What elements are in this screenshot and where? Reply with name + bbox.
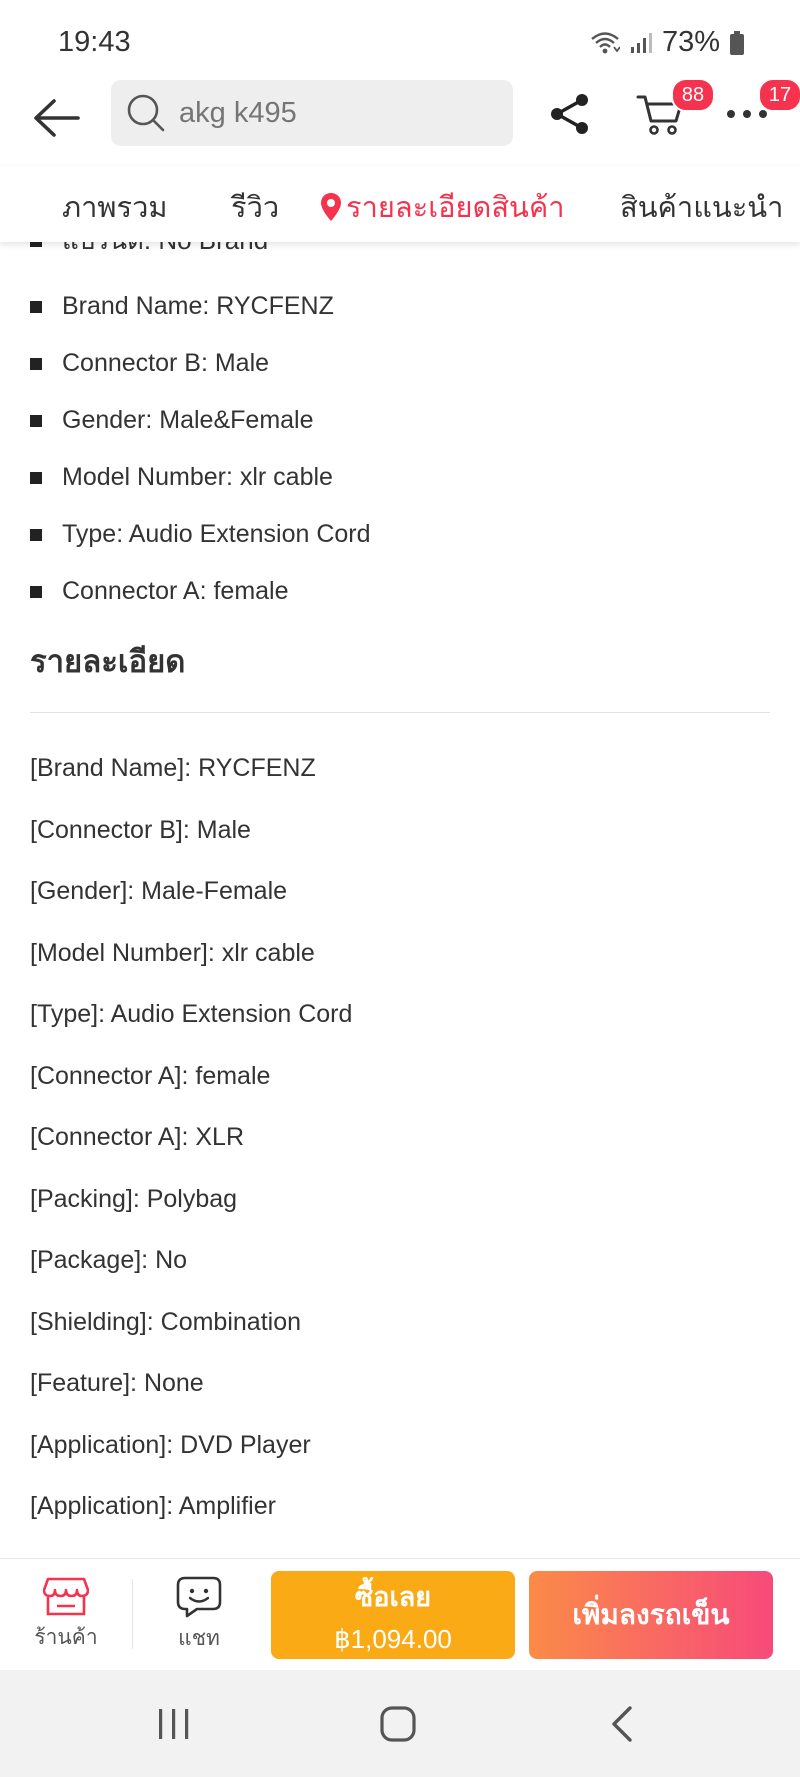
recent-apps-icon xyxy=(159,1709,189,1739)
battery-percent: 73% xyxy=(661,26,720,58)
details-section-title: รายละเอียด xyxy=(30,644,186,679)
add-to-cart-button[interactable]: เพิ่มลงรถเข็น xyxy=(529,1571,773,1659)
spec-row: [Feature]: None xyxy=(30,1369,204,1398)
spec-row: [Model Number]: xlr cable xyxy=(30,938,315,967)
spec-row: [Type]: Audio Extension Cord xyxy=(30,1000,353,1029)
spec-row: [Connector B]: Male xyxy=(30,815,251,844)
chat-label: แชท xyxy=(178,1626,220,1650)
spec-row: [Packing]: Polybag xyxy=(30,1184,238,1213)
search-icon xyxy=(125,92,167,134)
list-item-text: Connector A: female xyxy=(62,577,289,605)
tab-recommended[interactable]: สินค้าแนะนำ xyxy=(620,184,783,230)
home-button[interactable] xyxy=(368,1698,428,1750)
spec-list: [Brand Name]: RYCFENZ [Connector B]: Mal… xyxy=(30,738,352,1538)
list-item: Connector B: Male xyxy=(30,335,371,392)
home-icon xyxy=(380,1706,416,1742)
bullet-marker xyxy=(30,357,42,370)
system-back-button[interactable] xyxy=(592,1698,652,1750)
more-icon xyxy=(727,110,767,118)
search-input[interactable] xyxy=(179,96,499,130)
spec-row: [Shielding]: Combination xyxy=(30,1307,301,1336)
recent-apps-button[interactable] xyxy=(144,1698,204,1750)
bullet-marker xyxy=(30,528,42,541)
section-tabs: ภาพรวม รีวิว รายละเอียดสินค้า สินค้าแนะน… xyxy=(0,166,800,242)
tab-product-details[interactable]: รายละเอียดสินค้า xyxy=(320,184,565,230)
back-arrow-icon xyxy=(34,99,80,137)
store-icon xyxy=(43,1577,89,1615)
spec-row: [Gender]: Male-Female xyxy=(30,877,288,906)
list-item: Brand Name: RYCFENZ xyxy=(30,278,371,335)
spec-row: [Connector A]: XLR xyxy=(30,1123,245,1152)
bullet-marker xyxy=(30,585,42,598)
share-button[interactable] xyxy=(544,88,596,140)
list-item: Type: Audio Extension Cord xyxy=(30,506,371,563)
buy-now-label: ซื้อเลย xyxy=(354,1582,432,1612)
chat-button[interactable]: แชท xyxy=(134,1559,264,1671)
store-label: ร้านค้า xyxy=(34,1625,98,1649)
attribute-bullet-list: Brand Name: RYCFENZ Connector B: Male Ge… xyxy=(30,278,371,620)
buy-now-button[interactable]: ซื้อเลย ฿1,094.00 xyxy=(271,1571,515,1659)
divider xyxy=(30,712,770,713)
spec-row: [Application]: Amplifier xyxy=(30,1492,276,1521)
chevron-left-icon xyxy=(612,1706,632,1742)
spec-row: [Connector A]: female xyxy=(30,1061,271,1090)
bullet-marker xyxy=(30,300,42,313)
battery-icon xyxy=(730,30,744,55)
bullet-marker xyxy=(30,471,42,484)
list-item-text: Gender: Male&Female xyxy=(62,406,314,434)
status-time: 19:43 xyxy=(58,26,131,58)
buy-now-price: ฿1,094.00 xyxy=(334,1624,452,1654)
list-item: Model Number: xlr cable xyxy=(30,449,371,506)
cart-count-badge: 88 xyxy=(671,78,715,112)
bullet-marker xyxy=(30,242,42,247)
tab-product-details-label: รายละเอียดสินค้า xyxy=(346,192,565,224)
signal-icon xyxy=(630,32,652,54)
divider xyxy=(132,1579,133,1649)
list-item-text: Brand Name: RYCFENZ xyxy=(62,292,334,320)
notification-badge: 17 xyxy=(758,78,800,112)
list-item: Connector A: female xyxy=(30,563,371,620)
back-button[interactable] xyxy=(28,90,84,146)
product-detail-page: 19:43 73% akg k495 88 17 ภาพรวม รีวิว รา… xyxy=(0,0,800,1777)
spec-row: [Brand Name]: RYCFENZ xyxy=(30,754,316,783)
system-nav-bar xyxy=(0,1670,800,1777)
status-icons: 73% xyxy=(590,26,744,59)
store-button[interactable]: ร้านค้า xyxy=(0,1559,132,1671)
chat-icon xyxy=(176,1576,222,1617)
product-details-content: แบรนด์: No Brand Brand Name: RYCFENZ Con… xyxy=(0,242,800,1560)
list-item-text: Model Number: xlr cable xyxy=(62,463,333,491)
wifi-icon xyxy=(590,30,620,56)
spec-row: [Package]: No xyxy=(30,1246,188,1275)
list-item-text: Connector B: Male xyxy=(62,349,270,377)
search-bar[interactable] xyxy=(111,80,513,146)
bullet-marker xyxy=(30,414,42,427)
cut-row-text: แบรนด์: No Brand xyxy=(62,242,268,261)
list-item: Gender: Male&Female xyxy=(30,392,371,449)
location-pin-icon xyxy=(320,192,342,222)
bottom-action-bar: ร้านค้า แชท ซื้อเลย ฿1,094.00 เพิ่มลงรถเ… xyxy=(0,1558,800,1670)
list-item-text: Type: Audio Extension Cord xyxy=(62,520,371,548)
share-icon xyxy=(551,94,588,134)
status-bar: 19:43 73% xyxy=(0,0,800,78)
tab-reviews[interactable]: รีวิว xyxy=(231,184,279,230)
tab-overview[interactable]: ภาพรวม xyxy=(62,184,168,230)
partially-hidden-row: แบรนด์: No Brand xyxy=(30,242,268,261)
spec-row: [Application]: DVD Player xyxy=(30,1430,311,1459)
